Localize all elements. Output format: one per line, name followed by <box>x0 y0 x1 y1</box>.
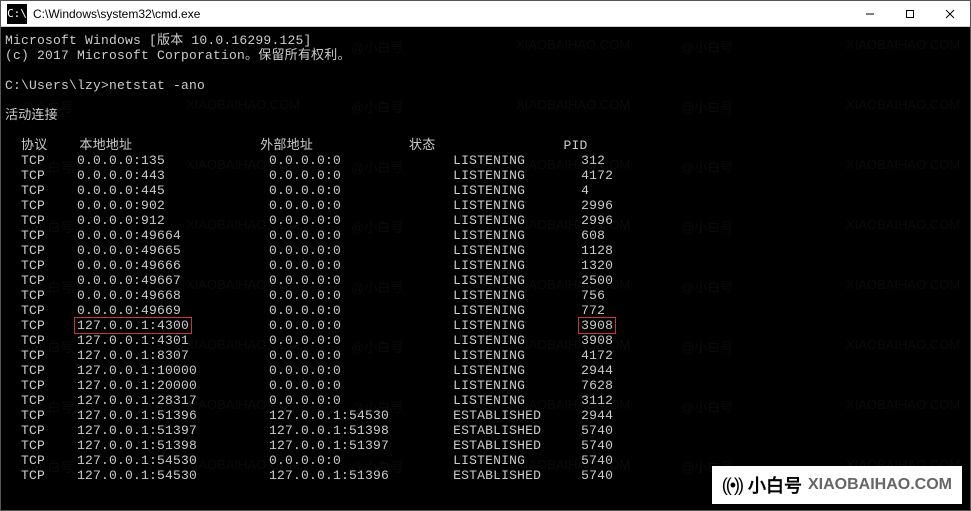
cmd-icon: C:\ <box>7 4 27 24</box>
cmd-window: C:\ C:\Windows\system32\cmd.exe @小白号XIAO… <box>0 0 971 511</box>
minimize-button[interactable] <box>850 1 890 26</box>
terminal-output[interactable]: Microsoft Windows [版本 10.0.16299.125] (c… <box>1 27 970 489</box>
window-title: C:\Windows\system32\cmd.exe <box>33 7 850 21</box>
close-button[interactable] <box>930 1 970 26</box>
window-controls <box>850 1 970 26</box>
wifi-icon: ((•)) <box>722 475 742 496</box>
footer-cn: 小白号 <box>748 472 802 498</box>
footer-domain: XIAOBAIHAO.COM <box>808 476 952 494</box>
maximize-button[interactable] <box>890 1 930 26</box>
titlebar: C:\ C:\Windows\system32\cmd.exe <box>1 1 970 27</box>
footer-branding: ((•)) 小白号 XIAOBAIHAO.COM <box>712 466 962 504</box>
